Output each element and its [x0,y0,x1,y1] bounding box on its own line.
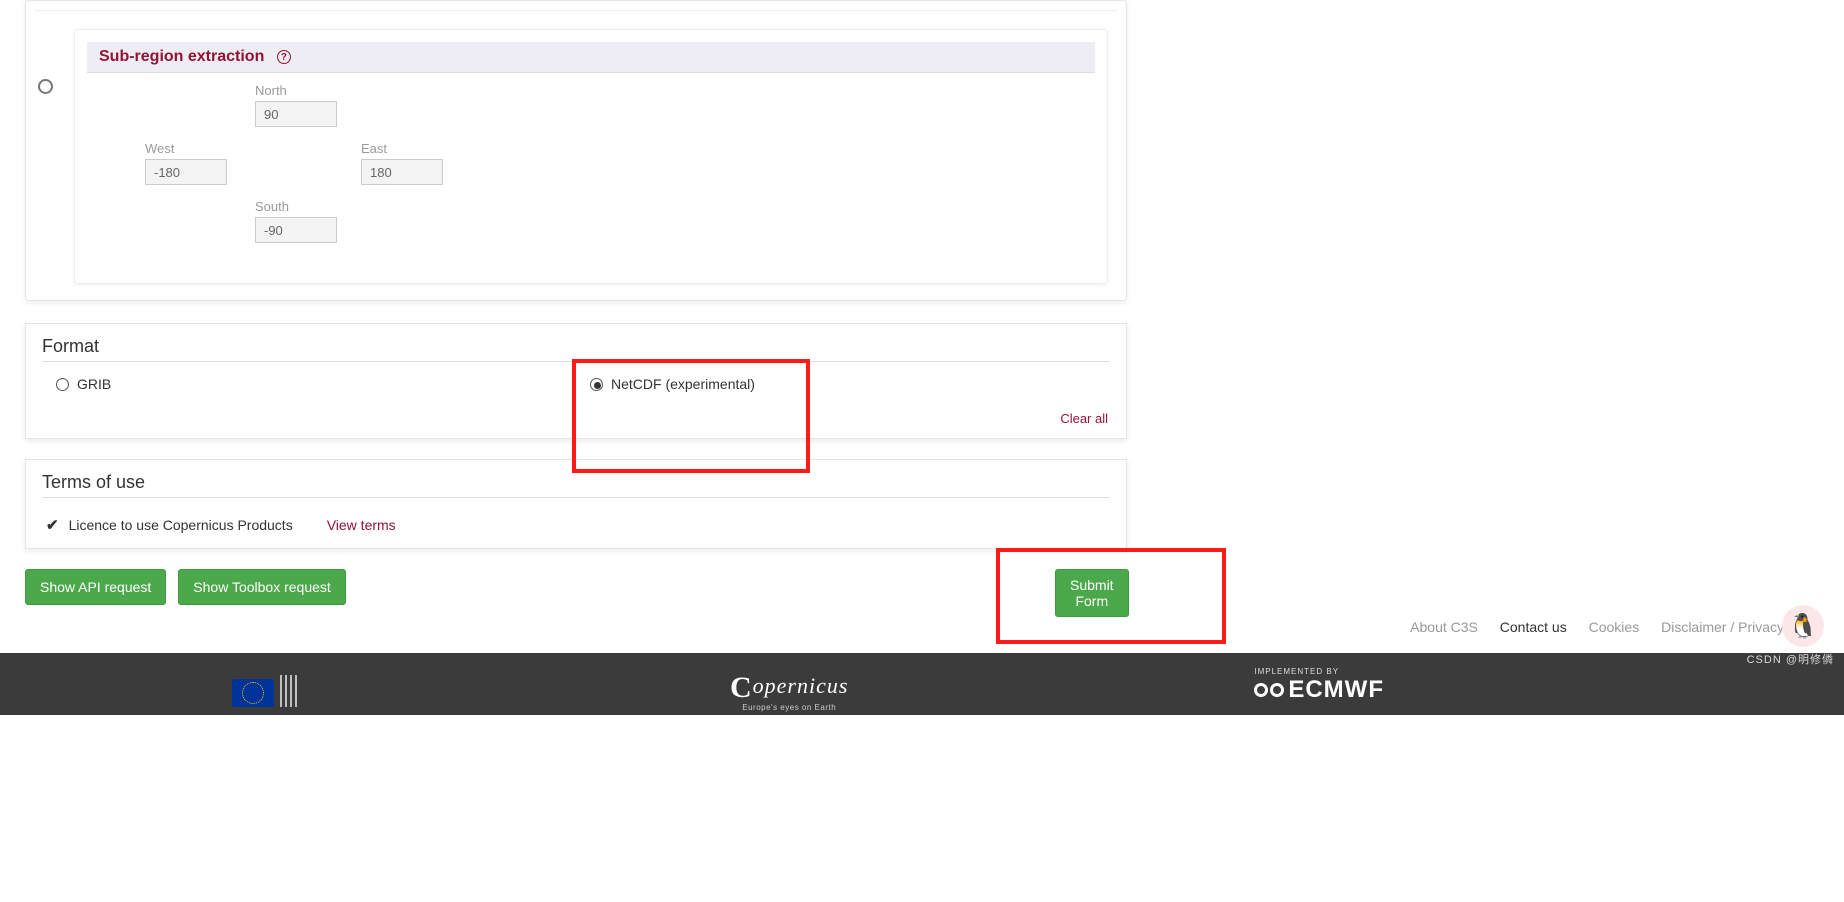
check-icon: ✔ [46,516,59,534]
east-input[interactable] [361,159,443,185]
radio-icon [590,378,603,391]
footer-contact-link[interactable]: Contact us [1500,619,1567,635]
watermark-text: CSDN @明修僯 [1747,651,1834,667]
licence-label: Licence to use Copernicus Products [69,517,293,533]
east-label: East [361,141,443,156]
subregion-radio[interactable] [38,79,53,97]
terms-card: Terms of use ✔ Licence to use Copernicus… [25,459,1127,549]
clear-all-link[interactable]: Clear all [1060,411,1108,426]
north-label: North [255,83,337,98]
show-api-request-button[interactable]: Show API request [25,569,166,605]
eu-commission-logo [232,675,300,707]
footer-disclaimer-link[interactable]: Disclaimer / Privacy [1661,619,1784,635]
subregion-header: Sub-region extraction ? [87,42,1095,73]
show-toolbox-request-button[interactable]: Show Toolbox request [178,569,346,605]
view-terms-link[interactable]: View terms [327,517,396,533]
coord-grid: North West East South [145,83,525,253]
format-grib-label: GRIB [77,376,111,392]
south-label: South [255,199,337,214]
format-option-grib[interactable]: GRIB [42,376,576,392]
format-netcdf-label: NetCDF (experimental) [611,376,755,392]
radio-icon [56,378,69,391]
terms-title: Terms of use [42,472,1110,498]
west-input[interactable] [145,159,227,185]
help-icon[interactable]: ? [277,50,291,64]
footer-links: About C3S Contact us Cookies Disclaimer … [0,605,1844,653]
west-label: West [145,141,227,156]
mascot-icon[interactable]: 🐧 [1782,605,1824,647]
format-option-netcdf[interactable]: NetCDF (experimental) [576,376,1110,392]
format-card: Format GRIB NetCDF (experimental) Clear … [25,323,1127,439]
format-title: Format [42,336,1110,362]
ecmwf-logo: IMPLEMENTED BY ECMWF [1254,667,1384,704]
copernicus-logo: Copernicus Europe's eyes on Earth [730,671,848,712]
footer-about-link[interactable]: About C3S [1410,619,1478,635]
subregion-card: Sub-region extraction ? North West [74,29,1108,284]
subregion-title: Sub-region extraction [99,48,264,65]
north-input[interactable] [255,101,337,127]
footer-cookies-link[interactable]: Cookies [1589,619,1640,635]
submit-form-button[interactable]: Submit Form [1055,569,1129,617]
footer-bar: Copernicus Europe's eyes on Earth IMPLEM… [0,653,1844,715]
geographical-area-card: Sub-region extraction ? North West [25,0,1127,301]
south-input[interactable] [255,217,337,243]
